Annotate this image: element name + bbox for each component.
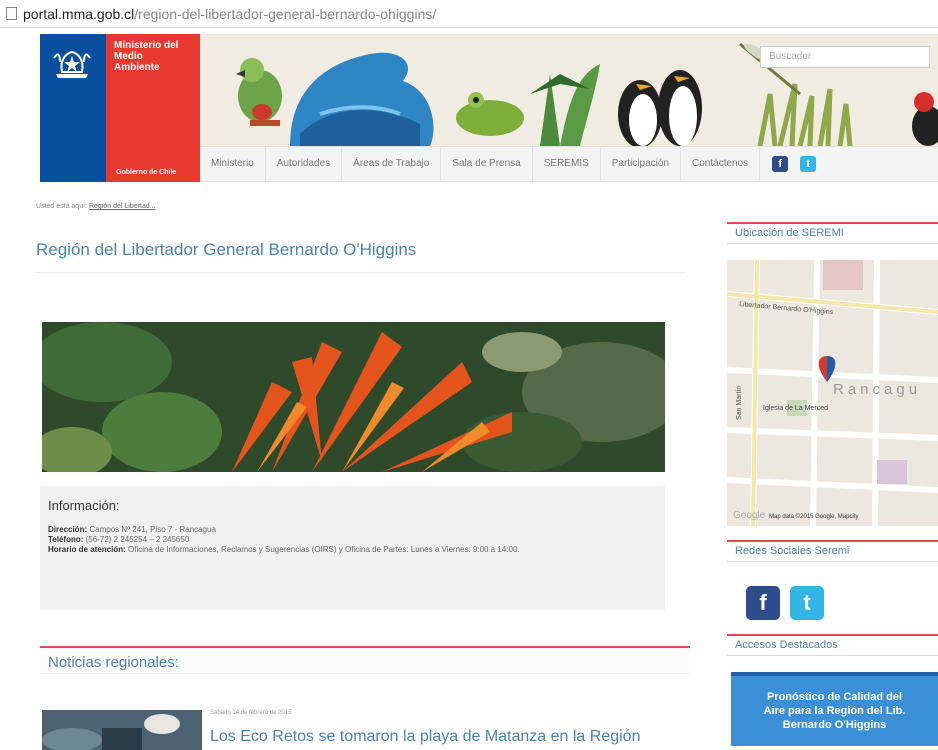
social-heading: Redes Sociales Seremi xyxy=(727,540,938,562)
map-city-label: Rancagu xyxy=(833,381,921,398)
chile-crest-icon xyxy=(53,50,91,78)
ministry-name-1: Ministerio del xyxy=(114,40,179,51)
nav-item-autoridades[interactable]: Autoridades xyxy=(266,146,343,182)
breadcrumb: Usted está aquí: Región del Libertad... xyxy=(36,203,155,210)
site-header: Ministerio del Medio Ambiente Gobierno d… xyxy=(40,34,938,182)
header-illustration: Buscador xyxy=(200,34,938,146)
search-input[interactable]: Buscador xyxy=(760,46,930,68)
nav-item-areas[interactable]: Áreas de Trabajo xyxy=(342,146,442,182)
news-date: Sábado 14 de febrero de 2015 xyxy=(210,710,292,716)
url-path: /region-del-libertador-general-bernardo-… xyxy=(134,5,437,22)
location-map[interactable]: Libertador Bernardo O'Higgins Rancagu Ig… xyxy=(727,260,938,526)
breadcrumb-prefix: Usted está aquí: xyxy=(36,203,87,210)
nav-item-participacion[interactable]: Participación xyxy=(601,146,682,182)
map-attribution: Map data ©2015 Google, Mapcity xyxy=(769,513,858,520)
facebook-big-icon[interactable]: f xyxy=(746,586,780,620)
gobierno-label: Gobierno de Chile xyxy=(116,169,177,176)
page-icon xyxy=(6,7,17,20)
google-label: Google xyxy=(733,510,766,521)
nav-item-prensa[interactable]: Sala de Prensa xyxy=(441,146,533,182)
info-address: Dirección: Campos Nº 241, Piso 7 - Ranca… xyxy=(48,525,216,534)
news-section-heading: Noticias regionales: xyxy=(40,646,690,674)
twitter-icon[interactable]: t xyxy=(800,156,817,172)
ministry-logo[interactable]: Ministerio del Medio Ambiente Gobierno d… xyxy=(40,34,200,182)
air-quality-line-1: Pronóstico de Calidad del xyxy=(766,691,903,703)
facebook-icon[interactable]: f xyxy=(772,156,789,172)
url-domain: portal.mma.gob.cl xyxy=(23,5,135,22)
page-title: Región del Libertador General Bernardo O… xyxy=(36,240,686,273)
info-phone: Teléfono: (56-72) 2 245254 – 2 245650 xyxy=(48,535,190,544)
news-thumbnail[interactable] xyxy=(42,710,202,750)
nav-item-seremis[interactable]: SEREMIS xyxy=(533,146,601,182)
air-quality-line-3: Bernardo O'Higgins xyxy=(782,719,887,731)
list-item[interactable]: Sábado 14 de febrero de 2015 Los Eco Ret… xyxy=(42,706,702,750)
news-title-link[interactable]: Los Eco Retos se tomaron la playa de Mat… xyxy=(210,728,640,746)
flower-photo xyxy=(32,322,682,477)
info-heading: Información: xyxy=(48,498,120,513)
address-bar[interactable]: portal.mma.gob.cl/region-del-libertador-… xyxy=(0,0,938,28)
nav-item-contactenos[interactable]: Contáctenos xyxy=(681,146,761,182)
map-san-martin-label: San Martín xyxy=(736,386,743,420)
featured-heading: Accesos Destacados xyxy=(727,634,938,656)
air-quality-banner[interactable]: Pronóstico de Calidad del Aire para la R… xyxy=(731,672,938,746)
twitter-big-icon[interactable]: t xyxy=(790,586,824,620)
nav-item-ministerio[interactable]: Ministerio xyxy=(200,146,266,182)
air-quality-line-2: Aire para la Región del Lib. xyxy=(763,705,906,717)
info-hours: Horario de atención: Oficina de Informac… xyxy=(48,545,520,554)
map-church-label: Iglesia de La Merced xyxy=(763,405,828,412)
ministry-name-3: Ambiente xyxy=(114,62,160,73)
breadcrumb-link[interactable]: Región del Libertad... xyxy=(89,203,156,210)
map-heading: Ubicación de SEREMI xyxy=(727,222,938,244)
info-box: Información: Dirección: Campos Nº 241, P… xyxy=(40,486,665,610)
ministry-name-2: Medio xyxy=(114,51,143,62)
main-nav: Ministerio Autoridades Áreas de Trabajo … xyxy=(200,146,938,182)
news-heading-text: Noticias regionales: xyxy=(48,654,179,671)
